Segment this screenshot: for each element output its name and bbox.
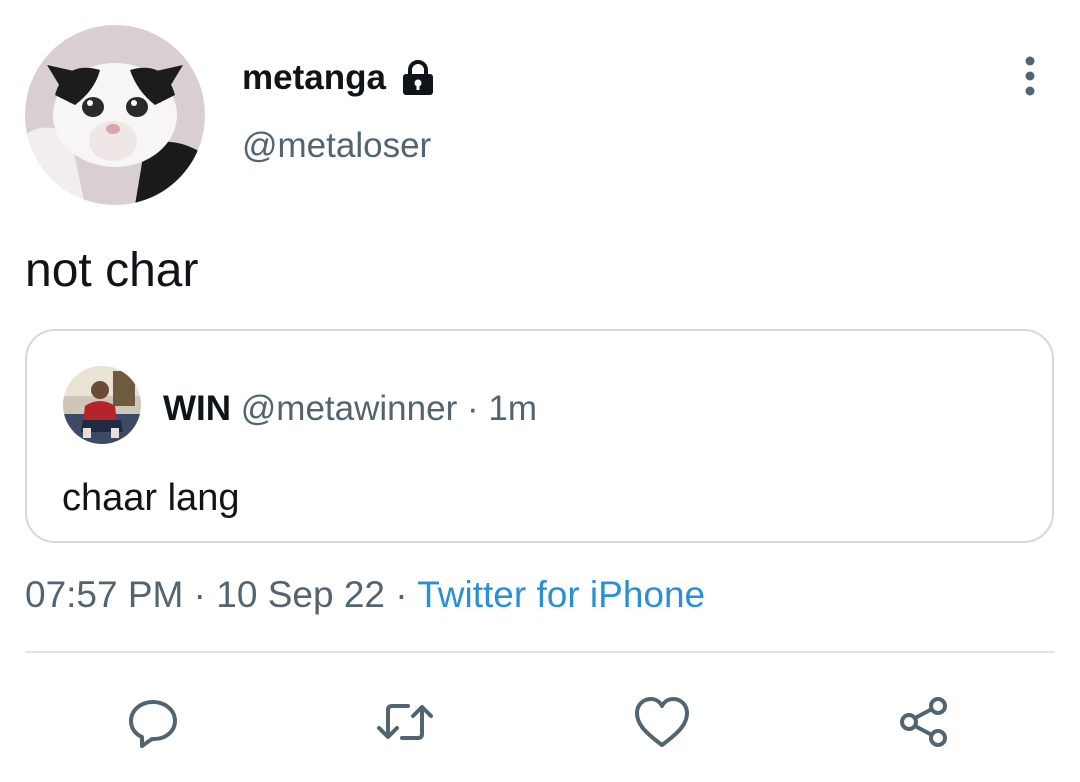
- tweet-meta: 07:57 PM · 10 Sep 22 · Twitter for iPhon…: [25, 573, 705, 617]
- lock-icon: [402, 60, 433, 95]
- quoted-time-ago: 1m: [488, 389, 537, 428]
- like-icon: [635, 697, 689, 747]
- tweet-time: 07:57 PM: [25, 574, 184, 615]
- quoted-tweet-header: WIN @metawinner · 1m: [163, 387, 537, 431]
- author-avatar[interactable]: [25, 25, 205, 205]
- tweet-source-link[interactable]: Twitter for iPhone: [417, 574, 705, 615]
- share-button[interactable]: [892, 690, 956, 754]
- quoted-author-avatar[interactable]: [63, 366, 141, 444]
- quoted-separator: ·: [466, 389, 479, 428]
- retweet-icon: [377, 704, 433, 740]
- reply-button[interactable]: [121, 690, 185, 754]
- tweet-date: 10 Sep 22: [216, 574, 385, 615]
- tweet-text: not char: [25, 244, 199, 297]
- like-button[interactable]: [630, 690, 694, 754]
- author-display-name[interactable]: metanga: [242, 56, 386, 100]
- retweet-button[interactable]: [373, 690, 437, 754]
- meta-separator-1: ·: [193, 574, 206, 615]
- divider: [25, 651, 1055, 653]
- more-options-button[interactable]: [1010, 56, 1050, 96]
- cat-photo-avatar: [25, 25, 205, 205]
- reply-icon: [129, 700, 177, 748]
- quoted-tweet-text: chaar lang: [62, 477, 240, 519]
- share-icon: [900, 697, 947, 747]
- quoted-author-handle[interactable]: @metawinner: [241, 389, 457, 428]
- meta-separator-2: ·: [395, 574, 408, 615]
- quoted-author-name[interactable]: WIN: [163, 389, 231, 428]
- more-vertical-icon: [1025, 56, 1035, 96]
- author-name-row: metanga: [242, 56, 436, 100]
- quoted-tweet-card[interactable]: WIN @metawinner · 1m chaar lang: [25, 329, 1054, 543]
- author-handle[interactable]: @metaloser: [242, 124, 431, 168]
- person-photo-avatar: [63, 366, 141, 444]
